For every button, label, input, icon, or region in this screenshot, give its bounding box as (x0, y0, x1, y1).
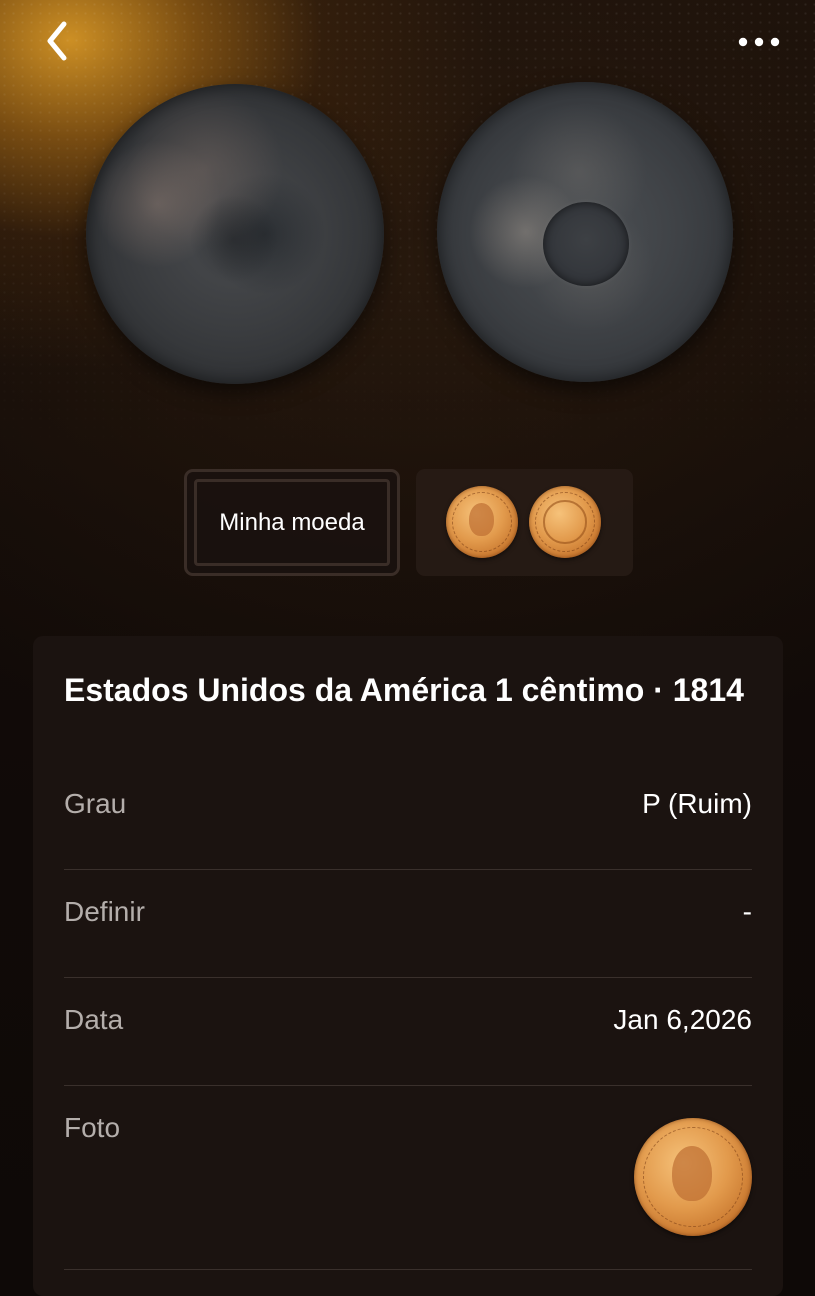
detail-value: - (742, 896, 752, 927)
detail-row-photo: Foto (64, 1086, 752, 1270)
more-horizontal-icon (738, 37, 780, 47)
coin-photo-obverse[interactable] (86, 84, 384, 384)
detail-label: Data (64, 1004, 124, 1035)
detail-row-grade[interactable]: Grau P (Ruim) (64, 762, 752, 870)
detail-row-date[interactable]: Data Jan 6,2026 (64, 978, 752, 1086)
coin-obverse-bust (190, 194, 278, 284)
back-button[interactable] (34, 18, 80, 64)
tab-my-coin-label: Minha moeda (219, 508, 365, 536)
coin-reverse-wreath (543, 202, 629, 286)
coin-bust (469, 503, 494, 537)
detail-value: P (Ruim) (642, 788, 752, 819)
detail-label: Foto (64, 1112, 121, 1143)
reference-coin-reverse (529, 486, 601, 558)
coin-wreath (543, 500, 587, 544)
detail-label: Definir (64, 896, 145, 927)
photo-thumbnail[interactable] (634, 1118, 752, 1236)
tab-reference-coin[interactable] (416, 469, 633, 576)
coin-photo-reverse[interactable] (437, 82, 733, 382)
tab-my-coin[interactable]: Minha moeda (184, 469, 400, 576)
chevron-left-icon (47, 21, 67, 61)
reference-coin-obverse (446, 486, 518, 558)
coin-bust (671, 1146, 712, 1201)
coin-title: Estados Unidos da América 1 cêntimo · 18… (64, 672, 744, 708)
coin-details-card: Estados Unidos da América 1 cêntimo · 18… (33, 636, 783, 1296)
detail-label: Grau (64, 788, 127, 819)
detail-row-set[interactable]: Definir - (64, 870, 752, 978)
detail-value: Jan 6,2026 (613, 1004, 752, 1035)
more-options-button[interactable] (731, 22, 787, 62)
